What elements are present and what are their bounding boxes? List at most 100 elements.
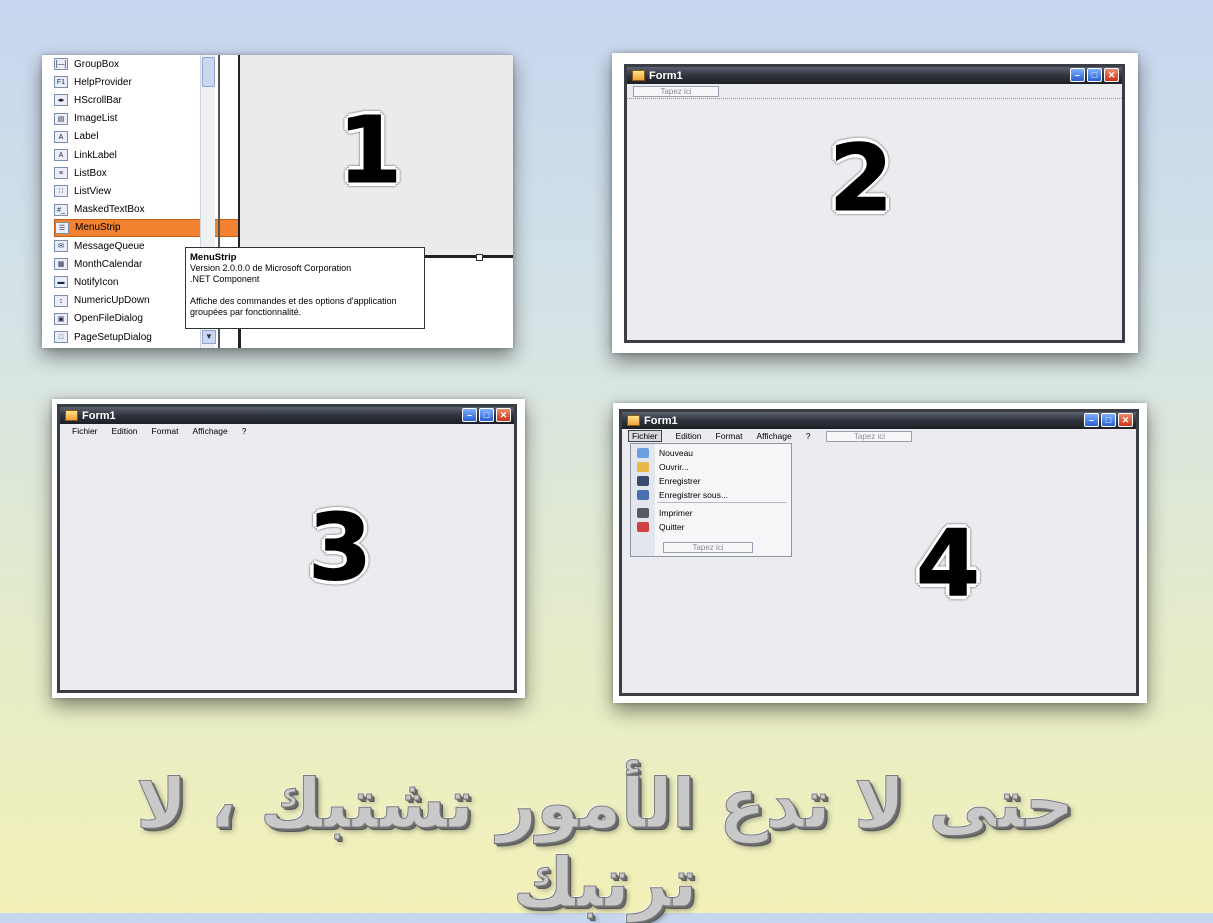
menu-item-label: Enregistrer sous... <box>659 490 728 500</box>
toolbox-item-label: GroupBox <box>74 58 120 70</box>
pagesetupdialog-icon: □ <box>54 331 68 343</box>
panel-form-empty: Form1 – □ ✕ Tapez ici 2 <box>612 53 1138 353</box>
step-number-3: 3 <box>307 494 373 601</box>
printer-icon <box>637 508 649 518</box>
open-folder-icon <box>637 462 649 472</box>
menu-item-enregistrer-sous[interactable]: Enregistrer sous... <box>631 488 791 502</box>
menu-format[interactable]: Format <box>152 426 179 436</box>
step-number-4: 4 <box>915 510 981 617</box>
type-here-field[interactable]: Tapez ici <box>663 542 753 553</box>
menu-item-label: Enregistrer <box>659 476 701 486</box>
window-title: Form1 <box>644 414 678 427</box>
new-icon <box>637 448 649 458</box>
fichier-dropdown: Nouveau Ouvrir... Enregistrer Enregistrer s… <box>630 443 792 557</box>
notifyicon-icon: ▬ <box>54 276 68 289</box>
toolbox-item-label: Label <box>74 131 99 143</box>
menu-item-enregistrer[interactable]: Enregistrer <box>631 474 791 488</box>
toolbox-item-label: MaskedTextBox <box>74 204 145 216</box>
menu-edition[interactable]: Edition <box>112 426 138 436</box>
menu-item-ouvrir[interactable]: Ouvrir... <box>631 460 791 474</box>
close-icon[interactable]: ✕ <box>496 408 511 422</box>
menu-bar: Fichier Edition Format Affichage ? Tapez… <box>622 429 1136 443</box>
menu-affichage[interactable]: Affichage <box>192 426 227 436</box>
menu-item-label: Ouvrir... <box>659 462 689 472</box>
step-number-2: 2 <box>828 125 894 232</box>
title-bar[interactable]: Form1 – □ ✕ <box>627 67 1122 84</box>
listbox-icon: ≡ <box>54 167 68 180</box>
label-icon: A <box>54 130 68 143</box>
toolbox-item-label: HScrollBar <box>74 94 122 106</box>
toolbox-item-label: LinkLabel <box>74 149 117 161</box>
imagelist-icon: ▤ <box>54 112 68 125</box>
maskedtextbox-icon: #_ <box>54 203 68 216</box>
menu-item-imprimer[interactable]: Imprimer <box>631 506 791 520</box>
app-icon <box>627 415 640 426</box>
app-icon <box>632 70 645 81</box>
maximize-icon[interactable]: □ <box>479 408 494 422</box>
panel-toolbox: [—] GroupBox F1 HelpProvider ◂▸ HScrollBar ▤ Im… <box>42 55 513 348</box>
toolbox-item-label: HelpProvider <box>74 76 132 88</box>
listview-icon: ∷ <box>54 185 68 198</box>
step-number-1: 1 <box>337 97 403 204</box>
tooltip-type: .NET Component <box>190 274 260 284</box>
close-icon[interactable]: ✕ <box>1104 68 1119 82</box>
monthcalendar-icon: ▦ <box>54 258 68 271</box>
numericupdown-icon: ↕ <box>54 294 68 307</box>
menu-edition[interactable]: Edition <box>676 431 702 441</box>
menustrip-icon: ☰ <box>55 221 69 234</box>
toolbox-item-label: ImageList <box>74 113 118 125</box>
save-icon <box>637 476 649 486</box>
toolbox-item-label: NotifyIcon <box>74 276 119 288</box>
helpprovider-icon: F1 <box>54 76 68 89</box>
groupbox-icon: [—] <box>54 58 68 70</box>
toolbox-item-label: ListView <box>74 185 112 197</box>
maximize-icon[interactable]: □ <box>1101 413 1116 427</box>
panel-form-menu: Form1 – □ ✕ Fichier Edition Format Affic… <box>52 399 525 698</box>
hscrollbar-icon: ◂▸ <box>54 94 68 107</box>
form-window: Form1 – □ ✕ Fichier Edition Format Affic… <box>57 404 517 693</box>
tooltip-desc-1: Affiche des commandes et des options d'a… <box>190 296 397 306</box>
menu-affichage[interactable]: Affichage <box>756 431 791 441</box>
tooltip: MenuStrip Version 2.0.0.0 de Microsoft C… <box>185 247 425 329</box>
menu-fichier[interactable]: Fichier <box>72 426 98 436</box>
app-icon <box>65 410 78 421</box>
menu-item-quitter[interactable]: Quitter <box>631 520 791 534</box>
menu-strip: Tapez ici <box>627 84 1122 99</box>
openfiledialog-icon: ▣ <box>54 312 68 325</box>
tooltip-title: MenuStrip <box>190 252 237 263</box>
menu-help[interactable]: ? <box>242 426 247 436</box>
maximize-icon[interactable]: □ <box>1087 68 1102 82</box>
resize-handle[interactable] <box>476 254 483 261</box>
menu-item-nouveau[interactable]: Nouveau <box>631 446 791 460</box>
scroll-down-icon[interactable]: ▼ <box>202 330 216 344</box>
menu-item-label: Imprimer <box>659 508 693 518</box>
minimize-icon[interactable]: – <box>1084 413 1099 427</box>
menu-fichier[interactable]: Fichier <box>628 430 662 442</box>
minimize-icon[interactable]: – <box>1070 68 1085 82</box>
close-icon[interactable]: ✕ <box>1118 413 1133 427</box>
linklabel-icon: A <box>54 149 68 161</box>
menu-item-label: Quitter <box>659 522 685 532</box>
toolbox-item-label: MessageQueue <box>74 240 145 252</box>
toolbox-item-label: MenuStrip <box>75 222 121 234</box>
type-here-field[interactable]: Tapez ici <box>633 86 719 97</box>
toolbox-item-label: MonthCalendar <box>74 258 143 270</box>
minimize-icon[interactable]: – <box>462 408 477 422</box>
window-title: Form1 <box>82 409 116 422</box>
toolbox-item-label: NumericUpDown <box>74 295 150 307</box>
menu-separator <box>657 502 787 503</box>
scrollbar-thumb[interactable] <box>202 57 215 87</box>
menu-help[interactable]: ? <box>806 431 811 441</box>
toolbox-item-label: ListBox <box>74 167 107 179</box>
toolbox-item-label: PageSetupDialog <box>74 331 152 343</box>
title-bar[interactable]: Form1 – □ ✕ <box>622 412 1136 429</box>
messagequeue-icon: ✉ <box>54 240 68 252</box>
form-window: Form1 – □ ✕ Fichier Edition Format Affic… <box>619 409 1139 696</box>
menu-item-label: Nouveau <box>659 448 694 458</box>
quit-icon <box>637 522 649 532</box>
title-bar[interactable]: Form1 – □ ✕ <box>60 407 514 424</box>
tooltip-desc-2: groupées par fonctionnalité. <box>190 307 302 317</box>
type-here-field[interactable]: Tapez ici <box>826 430 913 442</box>
menu-format[interactable]: Format <box>716 431 743 441</box>
footer-caption: حتى لا تدع الأمور تشتبك ، لا ترتبك <box>136 765 1074 923</box>
